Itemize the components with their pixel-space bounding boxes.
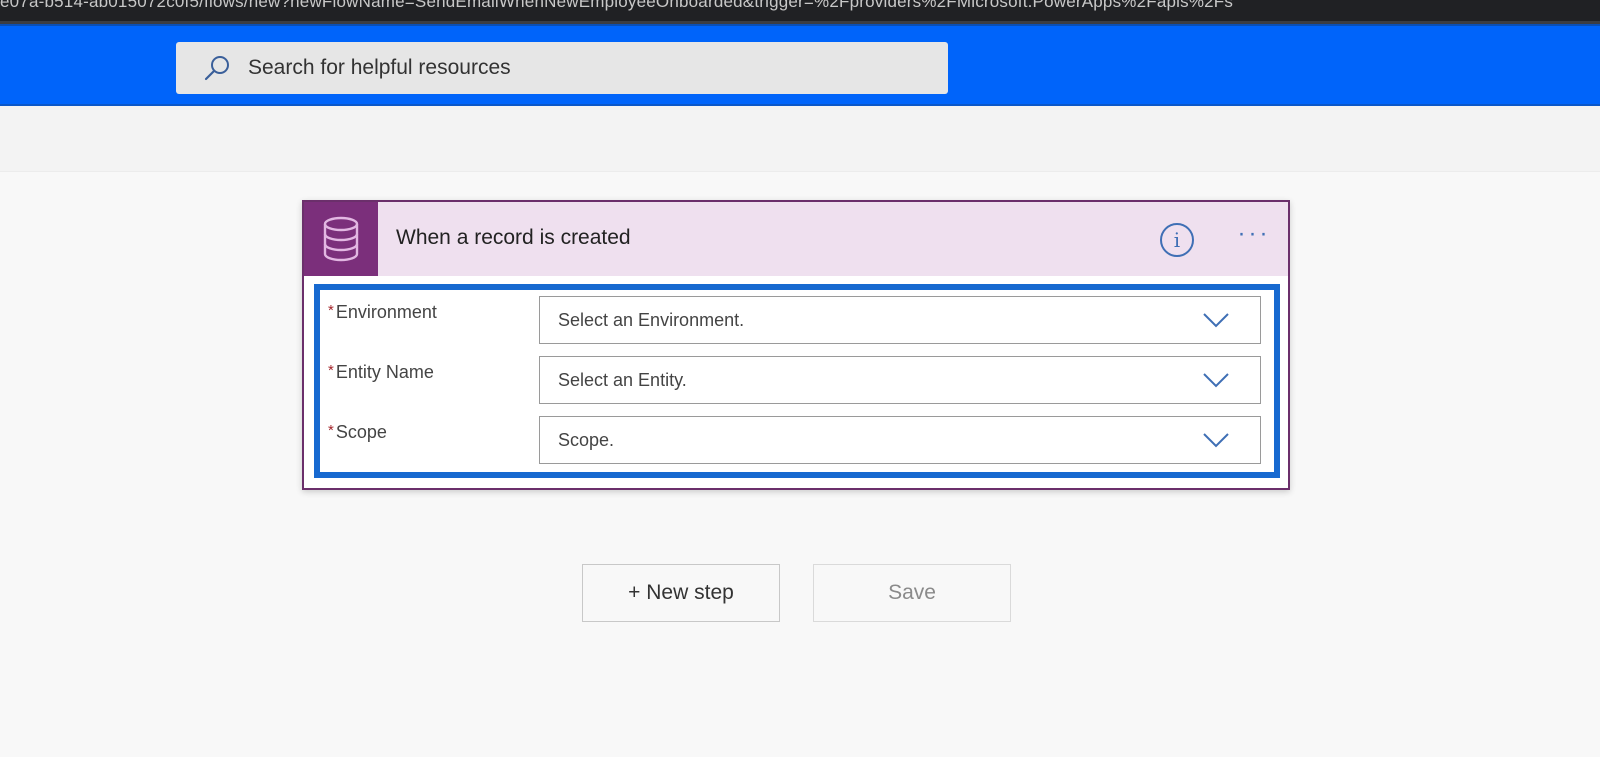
required-asterisk: * [328, 302, 334, 319]
save-button[interactable]: Save [813, 564, 1011, 622]
required-asterisk: * [328, 362, 334, 379]
environment-dropdown[interactable]: Select an Environment. [539, 296, 1261, 344]
connector-icon-box [304, 202, 378, 276]
top-navigation-bar: Search for helpful resources [0, 24, 1600, 106]
more-options-icon[interactable]: ··· [1234, 222, 1274, 256]
entity-name-label: * Entity Name [328, 362, 434, 382]
chevron-down-icon [1203, 313, 1229, 328]
entity-name-value: Select an Entity. [558, 369, 687, 390]
scope-value: Scope. [558, 429, 615, 450]
search-input[interactable]: Search for helpful resources [176, 42, 948, 94]
browser-address-bar[interactable]: e07a-b514-ab015072c0f5/flows/new?newFlow… [0, 0, 1600, 24]
search-icon [204, 56, 229, 81]
entity-name-dropdown[interactable]: Select an Entity. [539, 356, 1261, 404]
info-icon[interactable]: i [1160, 223, 1194, 257]
url-text: e07a-b514-ab015072c0f5/flows/new?newFlow… [0, 0, 1234, 11]
chevron-down-icon [1203, 373, 1229, 388]
command-bar [0, 106, 1600, 172]
trigger-title: When a record is created [396, 226, 631, 249]
field-row-environment: * Environment Select an Environment. [320, 296, 1274, 344]
trigger-card-header[interactable]: When a record is created i ··· [304, 202, 1288, 276]
search-placeholder: Search for helpful resources [248, 56, 511, 79]
chevron-down-icon [1203, 433, 1229, 448]
field-row-scope: * Scope Scope. [320, 416, 1274, 464]
scope-label: * Scope [328, 422, 387, 442]
trigger-parameters-panel: * Environment Select an Environment. * Ent… [314, 284, 1280, 478]
environment-value: Select an Environment. [558, 309, 745, 330]
database-icon [323, 216, 359, 262]
required-asterisk: * [328, 422, 334, 439]
environment-label: * Environment [328, 302, 437, 322]
field-row-entity-name: * Entity Name Select an Entity. [320, 356, 1274, 404]
trigger-card: When a record is created i ··· * Environm… [302, 200, 1290, 490]
new-step-button[interactable]: + New step [582, 564, 780, 622]
scope-dropdown[interactable]: Scope. [539, 416, 1261, 464]
